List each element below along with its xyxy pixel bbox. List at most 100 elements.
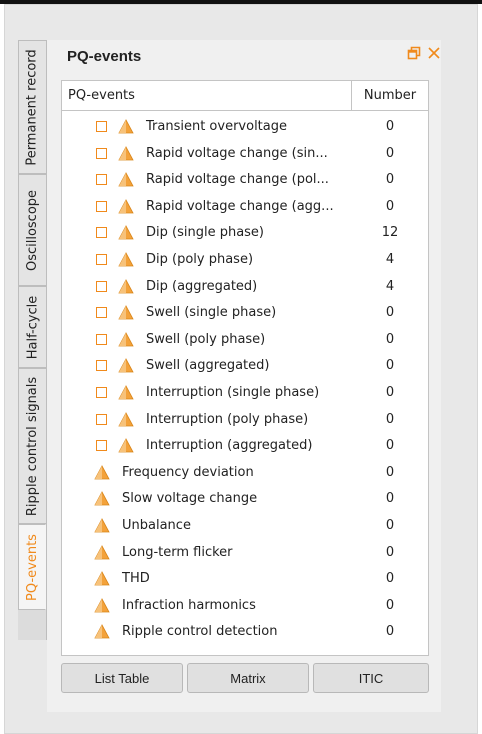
- table-row[interactable]: Infraction harmonics 0: [62, 594, 428, 621]
- row-label: Infraction harmonics: [122, 597, 256, 613]
- row-label: Transient overvoltage: [146, 119, 287, 134]
- table-row[interactable]: Unbalance 0: [62, 514, 428, 541]
- row-count: 4: [385, 251, 395, 267]
- row-count: 0: [385, 624, 395, 640]
- warning-triangle-icon: [94, 624, 110, 639]
- row-label: Interruption (aggregated): [146, 438, 313, 454]
- warning-triangle-icon: [94, 518, 110, 533]
- row-count: 0: [385, 145, 395, 161]
- row-checkbox[interactable]: [96, 121, 107, 132]
- list-table-button[interactable]: List Table: [61, 663, 183, 693]
- row-checkbox[interactable]: [96, 227, 107, 239]
- table-row[interactable]: Ripple control detection 0: [62, 620, 428, 647]
- row-count: 0: [385, 172, 395, 188]
- warning-triangle-icon: [118, 172, 134, 187]
- row-count: 0: [385, 571, 395, 587]
- tab-label: Oscilloscope: [25, 189, 41, 271]
- row-count: 0: [385, 438, 395, 454]
- table-row[interactable]: Swell (aggregated) 0: [62, 354, 428, 381]
- row-label: Dip (aggregated): [146, 278, 258, 294]
- warning-triangle-icon: [94, 464, 110, 480]
- row-count: 0: [385, 597, 395, 613]
- row-count: 0: [385, 517, 395, 533]
- matrix-button[interactable]: Matrix: [187, 663, 309, 693]
- row-label: Interruption (poly phase): [146, 411, 309, 427]
- row-label: THD: [122, 571, 150, 587]
- row-label: Swell (single phase): [146, 305, 277, 321]
- row-label: Long-term flicker: [122, 544, 233, 560]
- row-count: 4: [385, 278, 395, 294]
- row-checkbox[interactable]: [96, 360, 107, 372]
- row-checkbox[interactable]: [96, 333, 107, 345]
- table-row[interactable]: Rapid voltage change (sin... 0: [62, 142, 428, 169]
- table-row[interactable]: Dip (poly phase) 4: [62, 248, 428, 275]
- table-row[interactable]: Dip (aggregated) 4: [62, 275, 428, 302]
- table-row[interactable]: Interruption (single phase) 0: [62, 381, 428, 408]
- row-checkbox[interactable]: [96, 174, 107, 186]
- row-label: Rapid voltage change (agg...: [146, 198, 334, 214]
- row-checkbox[interactable]: [96, 440, 107, 452]
- row-checkbox[interactable]: [96, 307, 107, 319]
- row-label: Rapid voltage change (pol...: [146, 172, 329, 188]
- row-label: Frequency deviation: [122, 464, 254, 480]
- table-row[interactable]: Slow voltage change 0: [62, 487, 428, 514]
- row-count: 0: [385, 331, 395, 347]
- pq-events-panel: PQ-events PQ-events Number Transient ove…: [47, 40, 441, 712]
- row-count: 0: [385, 358, 395, 374]
- tab-half-cycle[interactable]: Half-cycle: [18, 286, 46, 368]
- vertical-tab-strip: Permanent record Oscilloscope Half-cycle…: [18, 40, 47, 640]
- row-count: 12: [381, 225, 399, 241]
- tab-label: Permanent record: [25, 48, 41, 166]
- row-label: Rapid voltage change (sin...: [146, 145, 328, 161]
- tab-ripple-control-signals[interactable]: Ripple control signals: [18, 368, 46, 524]
- table-row[interactable]: Dip (single phase) 12: [62, 221, 428, 248]
- table-row[interactable]: Interruption (poly phase) 0: [62, 408, 428, 435]
- row-label: Interruption (single phase): [146, 384, 320, 400]
- warning-triangle-icon: [118, 252, 134, 267]
- close-icon[interactable]: [427, 46, 441, 60]
- warning-triangle-icon: [94, 597, 110, 613]
- table-row[interactable]: Transient overvoltage 0: [62, 115, 428, 142]
- tab-permanent-record[interactable]: Permanent record: [18, 40, 46, 174]
- row-checkbox[interactable]: [96, 253, 107, 265]
- warning-triangle-icon: [94, 571, 110, 586]
- warning-triangle-icon: [94, 491, 110, 506]
- tab-pq-events[interactable]: PQ-events: [18, 524, 46, 610]
- panel-title: PQ-events: [67, 48, 142, 65]
- table-row[interactable]: Rapid voltage change (agg... 0: [62, 195, 428, 222]
- row-checkbox[interactable]: [96, 386, 107, 398]
- row-label: Swell (aggregated): [146, 358, 270, 374]
- row-count: 0: [385, 305, 395, 321]
- column-header-pq-events[interactable]: PQ-events: [62, 81, 352, 110]
- table-row[interactable]: THD 0: [62, 567, 428, 594]
- row-label: Dip (poly phase): [146, 251, 254, 267]
- row-label: Unbalance: [122, 517, 191, 533]
- row-label: Dip (single phase): [146, 225, 264, 241]
- row-count: 0: [385, 464, 395, 480]
- tab-oscilloscope[interactable]: Oscilloscope: [18, 174, 46, 286]
- row-count: 0: [385, 411, 395, 427]
- table-row[interactable]: Frequency deviation 0: [62, 461, 428, 488]
- itic-button[interactable]: ITIC: [313, 663, 429, 693]
- row-label: Ripple control detection: [122, 624, 278, 640]
- table-row[interactable]: Swell (poly phase) 0: [62, 328, 428, 355]
- row-checkbox[interactable]: [96, 200, 107, 212]
- row-checkbox[interactable]: [96, 280, 107, 292]
- column-header-number[interactable]: Number: [352, 81, 428, 110]
- warning-triangle-icon: [118, 411, 134, 427]
- table-row[interactable]: Rapid voltage change (pol... 0: [62, 168, 428, 195]
- row-checkbox[interactable]: [96, 147, 107, 159]
- row-count: 0: [385, 384, 395, 400]
- row-label: Slow voltage change: [122, 491, 258, 507]
- table-row[interactable]: Interruption (aggregated) 0: [62, 434, 428, 461]
- warning-triangle-icon: [118, 385, 134, 400]
- row-checkbox[interactable]: [96, 413, 107, 425]
- tab-label: PQ-events: [24, 533, 40, 601]
- warning-triangle-icon: [118, 358, 134, 373]
- table-row[interactable]: Long-term flicker 0: [62, 541, 428, 568]
- table-row[interactable]: Swell (single phase) 0: [62, 301, 428, 328]
- warning-triangle-icon: [118, 438, 134, 453]
- restore-window-icon[interactable]: [407, 46, 421, 60]
- warning-triangle-icon: [118, 331, 134, 347]
- warning-triangle-icon: [118, 119, 134, 134]
